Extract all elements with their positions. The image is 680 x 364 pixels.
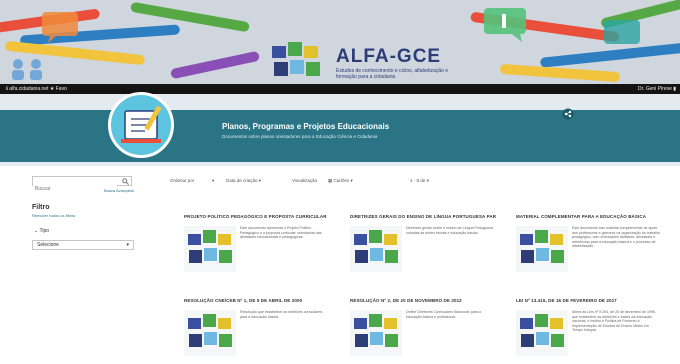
share-icon[interactable] bbox=[562, 108, 574, 120]
chat-bubble-icon bbox=[42, 12, 78, 43]
results-count: 1 - 9 de 9 bbox=[410, 178, 430, 183]
chat-bubble-icon bbox=[604, 20, 640, 44]
crayon-decoration bbox=[169, 50, 261, 80]
card-title[interactable]: MATERIAL COMPLEMENTAR PARA A EDUCAÇÃO BÁ… bbox=[516, 214, 662, 219]
card-title[interactable]: RESOLUÇÃO Nº 2, DE 20 DE NOVEMBRO DE 201… bbox=[350, 298, 496, 303]
crayon-decoration bbox=[499, 63, 621, 83]
alfa-gce-thumbnail-icon bbox=[184, 310, 236, 356]
filter-title: Filtro bbox=[32, 204, 50, 211]
page-avatar bbox=[108, 92, 174, 158]
bookmarks-left[interactable]: ℹ alfa.cidadania.net ★ Favo bbox=[6, 84, 67, 94]
advanced-search-link[interactable]: Busca Avançada bbox=[104, 188, 134, 193]
page-subtitle: Documentos sobre planos orientadores par… bbox=[222, 134, 378, 139]
search-field[interactable] bbox=[32, 176, 132, 193]
chat-bubble-icon bbox=[484, 8, 526, 42]
sort-select[interactable]: Data de criação ▾ bbox=[226, 177, 261, 185]
document-card[interactable]: MATERIAL COMPLEMENTAR PARA A EDUCAÇÃO BÁ… bbox=[516, 214, 662, 272]
card-description: Diretrizes gerais sobre o ensino de Líng… bbox=[406, 226, 493, 235]
document-card[interactable]: DIRETRIZES GERAIS DO ENSINO DE LÍNGUA PO… bbox=[350, 214, 496, 272]
card-description: Este documento traz material complementa… bbox=[572, 226, 660, 249]
bookmarks-bar: ℹ alfa.cidadania.net ★ Favo Dr. Geni Pir… bbox=[0, 84, 680, 94]
user-menu[interactable]: Dr. Geni Pirese ▮ bbox=[638, 84, 676, 94]
sort-value: Data de criação bbox=[226, 178, 258, 183]
card-description: Resolução que estabelece as diretrizes c… bbox=[240, 310, 323, 319]
filter-type-select[interactable]: Selecione ▾ bbox=[32, 240, 134, 250]
filter-type-toggle[interactable]: ⌄ Tipo bbox=[34, 228, 49, 234]
view-label: Visualização bbox=[292, 178, 318, 183]
card-description: Altera as Leis nº 9.394, de 20 de dezemb… bbox=[572, 310, 657, 333]
document-card[interactable]: PROJETO POLÍTICO PEDAGÓGICO E PROPOSTA C… bbox=[184, 214, 330, 272]
alfa-gce-logo-icon bbox=[272, 42, 320, 76]
view-select[interactable]: ▦ Cartões ▾ bbox=[328, 177, 353, 185]
alfa-gce-thumbnail-icon bbox=[184, 226, 236, 272]
dropdown-caret-icon: ▾ bbox=[126, 242, 129, 248]
document-card[interactable]: RESOLUÇÃO CNE/CEB Nº 1, DE 5 DE ABRIL DE… bbox=[184, 298, 330, 356]
card-title[interactable]: DIRETRIZES GERAIS DO ENSINO DE LÍNGUA PO… bbox=[350, 214, 496, 219]
sort-label: Ordenar por bbox=[170, 178, 195, 183]
alfa-gce-thumbnail-icon bbox=[350, 310, 402, 356]
sort-direction-icon[interactable]: ▾ bbox=[212, 177, 214, 185]
card-title[interactable]: PROJETO POLÍTICO PEDAGÓGICO E PROPOSTA C… bbox=[184, 214, 330, 219]
filter-select-value: Selecione bbox=[37, 242, 59, 248]
card-title[interactable]: RESOLUÇÃO CNE/CEB Nº 1, DE 5 DE ABRIL DE… bbox=[184, 298, 330, 303]
logo-title: ALFA-GCE bbox=[336, 46, 442, 67]
document-card[interactable]: LEI Nº 13.415, DE 16 DE FEVEREIRO DE 201… bbox=[516, 298, 662, 356]
page-title: Planos, Programas e Projetos Educacionai… bbox=[222, 122, 390, 131]
logo-subtitle: Estudos de conhecimento e ciclos, alfabe… bbox=[336, 68, 449, 80]
alfa-gce-thumbnail-icon bbox=[516, 310, 568, 356]
search-icon[interactable] bbox=[122, 178, 129, 185]
document-card[interactable]: RESOLUÇÃO Nº 2, DE 20 DE NOVEMBRO DE 201… bbox=[350, 298, 496, 356]
notebook-icon bbox=[121, 105, 162, 143]
card-description: Este documento apresenta o Projeto Polít… bbox=[240, 226, 322, 240]
card-title[interactable]: LEI Nº 13.415, DE 16 DE FEVEREIRO DE 201… bbox=[516, 298, 662, 303]
people-icon bbox=[12, 59, 42, 80]
card-description: Define Diretrizes Curriculares Nacionais… bbox=[406, 310, 481, 319]
filter-type-label: Tipo bbox=[39, 228, 50, 234]
alfa-gce-thumbnail-icon bbox=[516, 226, 568, 272]
alfa-gce-thumbnail-icon bbox=[350, 226, 402, 272]
view-value: Cartões bbox=[333, 178, 350, 183]
site-banner: ALFA-GCE Estudos de conhecimento e ciclo… bbox=[0, 0, 680, 95]
clear-filters-link[interactable]: Remover todos os filtros bbox=[32, 213, 75, 218]
